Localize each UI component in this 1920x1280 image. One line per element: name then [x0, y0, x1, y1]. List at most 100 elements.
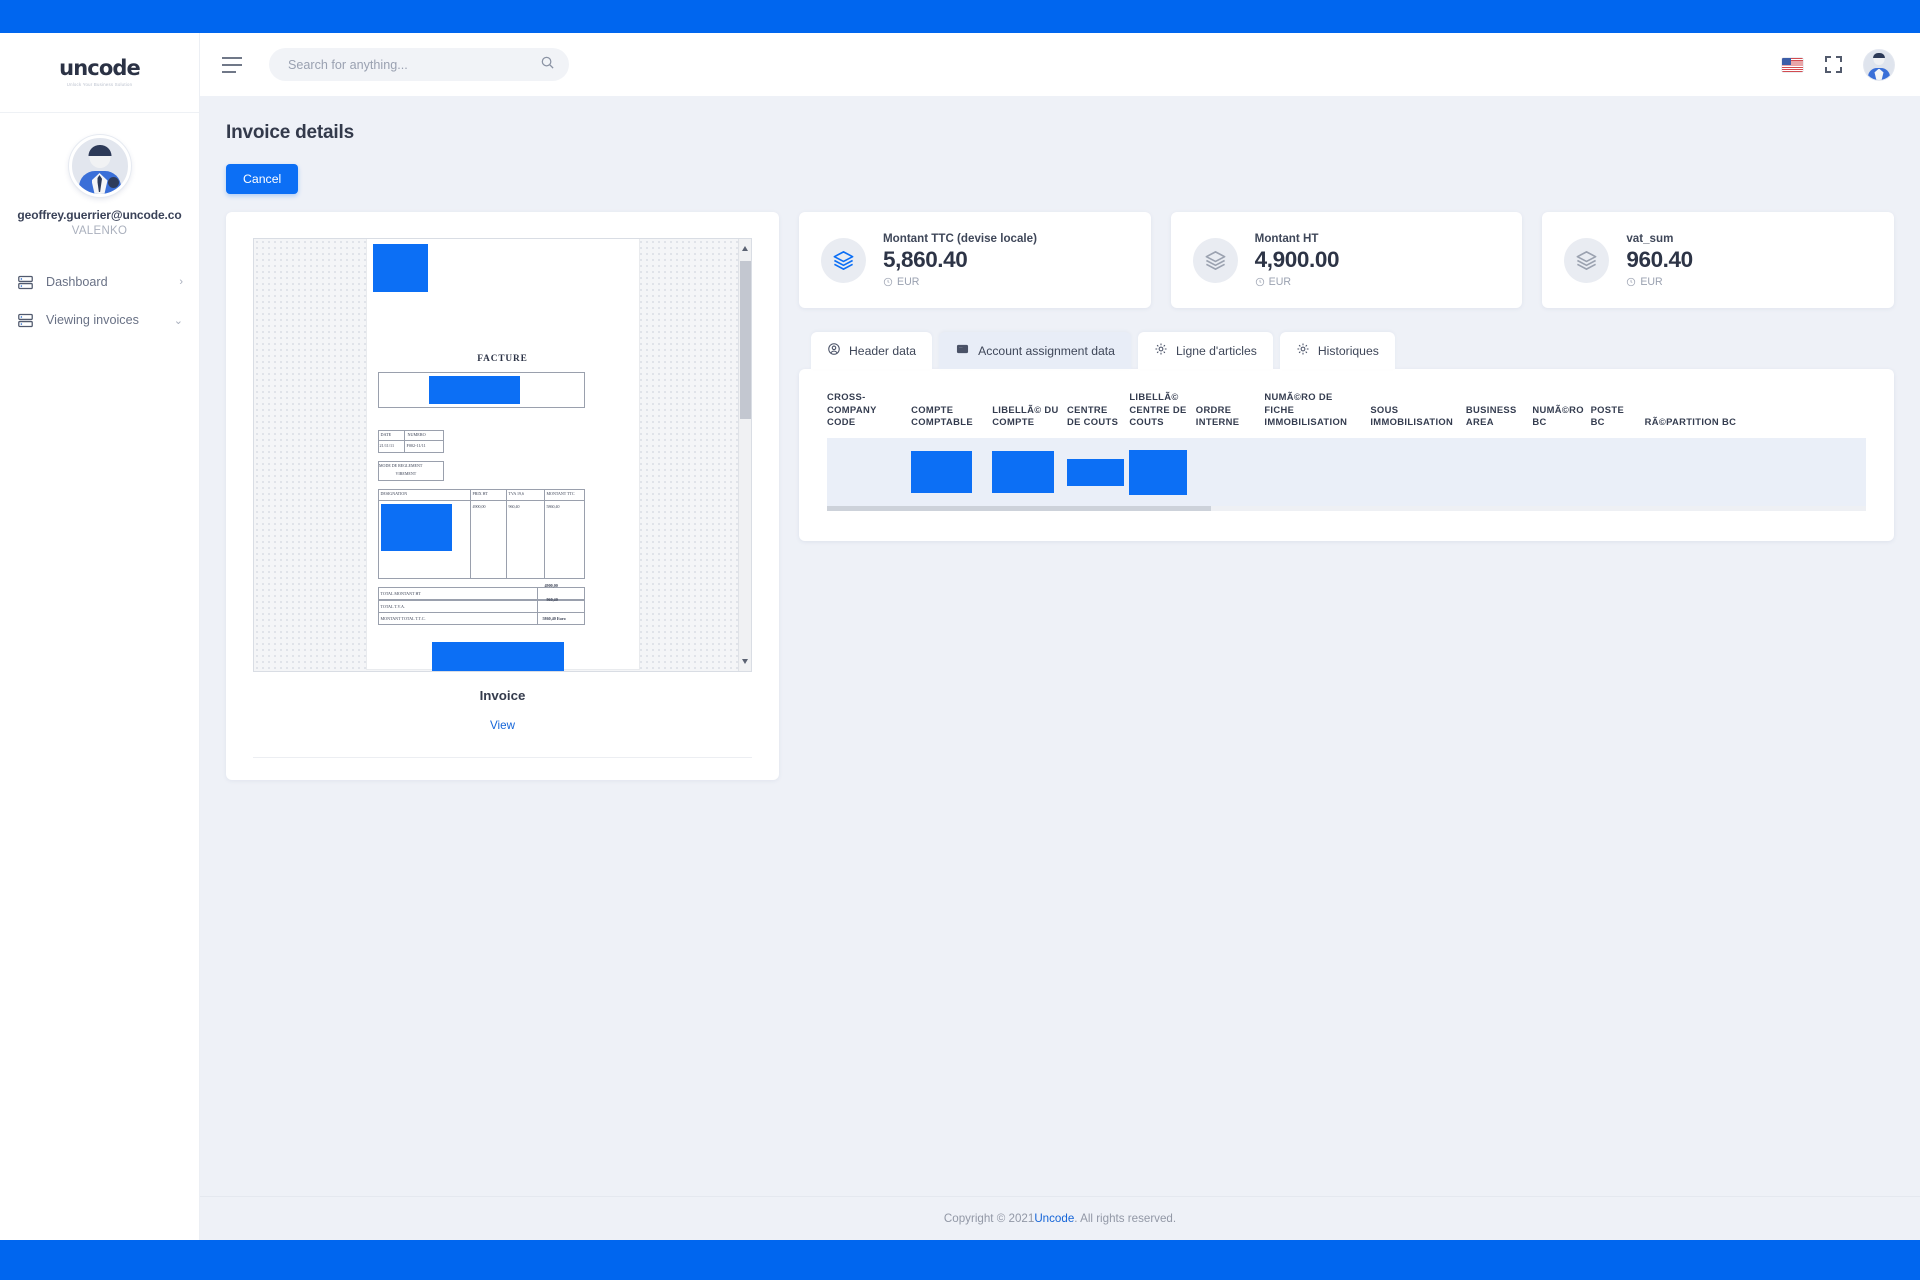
- table-scroll-container[interactable]: CROSS-COMPANY CODE COMPTE COMPTABLE LIBE…: [827, 391, 1866, 512]
- stat-card-vat-sum: vat_sum 960.40 EUR: [1542, 212, 1895, 308]
- account-assignment-table: CROSS-COMPANY CODE COMPTE COMPTABLE LIBE…: [827, 391, 1866, 507]
- invoice-line-ttc: 5860,40: [546, 504, 560, 509]
- document-scrollbar[interactable]: [738, 239, 751, 671]
- table-cell-redacted: [1066, 438, 1130, 507]
- column-header[interactable]: POSTE BC: [1591, 391, 1645, 438]
- table-cell-redacted: [911, 438, 993, 507]
- document-name: Invoice: [479, 688, 526, 703]
- brand-logo-text: uncode: [59, 56, 141, 80]
- avatar[interactable]: [68, 135, 131, 197]
- clock-icon: [1627, 277, 1636, 287]
- browser-bottom-band: [0, 1240, 1920, 1280]
- topbar-right: [1782, 49, 1894, 80]
- table-cell: [827, 438, 912, 507]
- invoice-total-value-2: 960,40: [546, 597, 558, 602]
- invoice-col-div-2: [471, 489, 507, 579]
- divider: [253, 757, 752, 758]
- clock-icon: [883, 277, 893, 287]
- sidebar-item-dashboard-label: Dashboard: [46, 275, 108, 289]
- sidebar-item-dashboard[interactable]: Dashboard ›: [0, 263, 199, 301]
- brand-logo[interactable]: uncode Unlock Your Business Solution: [0, 33, 199, 113]
- app-root: uncode Unlock Your Business Solution geo…: [0, 33, 1920, 1240]
- column-header[interactable]: CENTRE DE COUTS: [1067, 391, 1129, 438]
- stat-currency: EUR: [897, 276, 920, 288]
- search-box[interactable]: [269, 48, 569, 81]
- column-header[interactable]: BUSINESS AREA: [1466, 391, 1532, 438]
- document-viewport[interactable]: FACTURE DATE NUMERO 21/11/11 F002-11/11 …: [253, 238, 752, 672]
- cancel-button[interactable]: Cancel: [226, 164, 299, 194]
- table-horizontal-scrollbar[interactable]: [827, 506, 1866, 512]
- redacted-logo: [372, 244, 428, 292]
- column-header[interactable]: NUMÃ©RO DE FICHE IMMOBILISATION: [1264, 391, 1370, 438]
- tab-historiques[interactable]: Historiques: [1279, 332, 1395, 369]
- stat-label: vat_sum: [1626, 232, 1674, 245]
- gear-icon: [1154, 342, 1168, 359]
- stat-currency: EUR: [1640, 276, 1663, 288]
- column-header[interactable]: NUMÃ©RO BC: [1532, 391, 1590, 438]
- column-header[interactable]: LIBELLÃ© CENTRE DE COUTS: [1129, 391, 1195, 438]
- table-header-row: CROSS-COMPANY CODE COMPTE COMPTABLE LIBE…: [827, 391, 1866, 438]
- column-header[interactable]: CROSS-COMPANY CODE: [827, 391, 911, 438]
- hamburger-icon[interactable]: [222, 56, 242, 73]
- footer-link[interactable]: Uncode: [1034, 1212, 1074, 1225]
- document-view-link[interactable]: View: [253, 719, 752, 732]
- content-columns: FACTURE DATE NUMERO 21/11/11 F002-11/11 …: [226, 212, 1895, 780]
- user-avatar[interactable]: [1864, 49, 1894, 80]
- invoice-meta-header-numero: NUMERO: [407, 431, 426, 437]
- tab-label: Account assignment data: [978, 343, 1115, 358]
- scroll-up-icon[interactable]: [742, 246, 748, 251]
- tab-account-assignment-data[interactable]: Account assignment data: [939, 332, 1131, 369]
- stat-value: 5,860.40: [883, 247, 968, 272]
- invoice-payment-label: MODE DE REGLEMENT: [379, 462, 423, 468]
- column-header[interactable]: RÃ©PARTITION BC: [1645, 391, 1866, 438]
- stat-currency-row: EUR: [1626, 276, 1692, 288]
- layers-icon: [1564, 237, 1610, 283]
- us-flag-icon[interactable]: [1782, 57, 1803, 72]
- invoice-meta-value-date: 21/11/11: [379, 443, 395, 448]
- invoice-total-value-3: 5860,40 Euro: [542, 616, 566, 621]
- details-column: Montant TTC (devise locale) 5,860.40 EUR: [799, 212, 1895, 542]
- invoice-col-div-3: [507, 489, 545, 579]
- server-icon: [16, 273, 34, 291]
- column-header[interactable]: COMPTE COMPTABLE: [911, 391, 992, 438]
- tab-ligne-darticles[interactable]: Ligne d'articles: [1137, 332, 1273, 369]
- invoice-total-label-2: TOTAL T.V.A.: [380, 604, 405, 609]
- scrollbar-thumb[interactable]: [740, 261, 751, 419]
- column-header[interactable]: SOUS IMMOBILISATION: [1370, 391, 1466, 438]
- invoice-total-label-3: MONTANT TOTAL T.T.C.: [380, 616, 426, 621]
- stat-label: Montant TTC (devise locale): [883, 232, 1037, 245]
- invoice-line-header-tva: TVA 19,6: [508, 491, 524, 496]
- gear-icon: [1296, 342, 1310, 359]
- table-cell-redacted: [992, 438, 1067, 507]
- column-header[interactable]: LIBELLÃ© DU COMPTE: [992, 391, 1067, 438]
- column-header[interactable]: ORDRE INTERNE: [1196, 391, 1265, 438]
- search-icon[interactable]: [540, 55, 555, 75]
- fullscreen-icon[interactable]: [1825, 56, 1842, 73]
- table-cell: [1590, 438, 1645, 507]
- chevron-down-icon: ⌄: [173, 314, 183, 327]
- table-cell: [1644, 438, 1866, 507]
- document-preview-card: FACTURE DATE NUMERO 21/11/11 F002-11/11 …: [226, 212, 779, 780]
- invoice-total-label-1: TOTAL MONTANT HT: [380, 591, 421, 596]
- stat-label: Montant HT: [1254, 232, 1319, 245]
- scroll-down-icon[interactable]: [742, 659, 748, 664]
- table-cell: [1264, 438, 1371, 507]
- sidebar-item-viewing-invoices[interactable]: Viewing invoices ⌄: [0, 301, 199, 339]
- clock-icon: [1255, 277, 1264, 287]
- layers-icon: [821, 237, 866, 283]
- scrollbar-thumb[interactable]: [827, 506, 1212, 512]
- footer: Copyright © 2021 Uncode. All rights rese…: [200, 1196, 1920, 1240]
- sidebar-profile: geoffrey.guerrier@uncode.co VALENKO: [0, 113, 199, 237]
- stat-value: 960.40: [1626, 247, 1693, 272]
- invoice-line-prix: 4900,00: [472, 504, 486, 509]
- tab-label: Ligne d'articles: [1175, 343, 1257, 358]
- table-row[interactable]: [827, 438, 1866, 507]
- stat-currency-row: EUR: [1255, 276, 1339, 288]
- browser-top-band: [0, 0, 1920, 33]
- search-input[interactable]: [286, 56, 540, 73]
- brand-tagline: Unlock Your Business Solution: [66, 82, 133, 87]
- main-area: Invoice details Cancel FACTURE: [200, 33, 1920, 1240]
- tab-header-data[interactable]: Header data: [811, 332, 933, 369]
- page-content: Invoice details Cancel FACTURE DATE NUME…: [200, 96, 1920, 1196]
- stat-cards: Montant TTC (devise locale) 5,860.40 EUR: [799, 212, 1895, 308]
